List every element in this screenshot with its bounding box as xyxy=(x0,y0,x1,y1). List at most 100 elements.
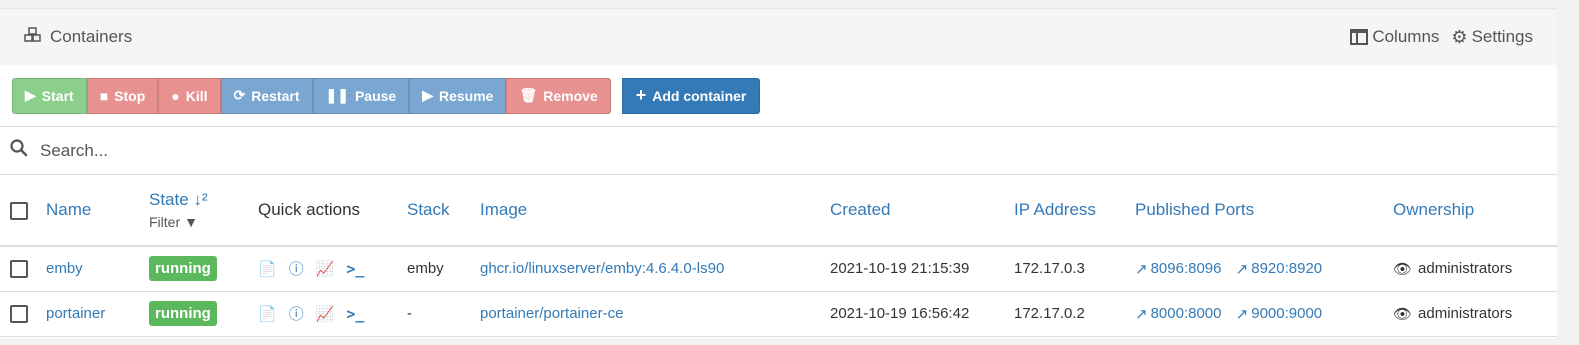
info-icon[interactable]: ⓘ xyxy=(289,258,304,279)
port-link[interactable]: ↗ 8000:8000 xyxy=(1135,305,1221,323)
actions-toolbar: ▶ Start ■ Stop ● Kill ⟳ Restart ❚❚ Pause ▶ Res… xyxy=(0,65,1557,127)
eye-slash-icon: 👁 xyxy=(1393,305,1413,323)
created-cell: 2021-10-19 21:15:39 xyxy=(830,246,1014,292)
eye-slash-icon: 👁 xyxy=(1393,260,1413,278)
pause-button[interactable]: ❚❚ Pause xyxy=(312,77,410,114)
container-actions-group: ▶ Start ■ Stop ● Kill ⟳ Restart ❚❚ Pause ▶ Res… xyxy=(12,77,611,114)
image-link[interactable]: portainer/portainer-ce xyxy=(480,305,623,322)
panel-header: Containers Columns ⚙ Settings xyxy=(0,9,1557,65)
columns-label: Columns xyxy=(1372,27,1440,46)
status-badge: running xyxy=(149,256,217,282)
external-link-icon: ↗ xyxy=(1135,305,1148,323)
add-container-button[interactable]: + Add container xyxy=(621,77,761,114)
port-link[interactable]: ↗ 8920:8920 xyxy=(1236,260,1322,278)
status-badge: running xyxy=(149,301,217,326)
port-link[interactable]: ↗ 8096:8096 xyxy=(1135,260,1221,278)
select-all-checkbox[interactable] xyxy=(10,201,28,220)
trash-icon: 🗑 xyxy=(519,87,538,103)
stop-label: Stop xyxy=(114,87,146,104)
filter-label: Filter xyxy=(149,214,181,230)
add-container-label: Add container xyxy=(652,87,747,104)
image-column-header[interactable]: Image xyxy=(480,200,527,219)
port-label: 9000:9000 xyxy=(1251,305,1323,322)
row-checkbox[interactable] xyxy=(10,259,28,278)
state-column-header[interactable]: State ↓² xyxy=(149,190,258,210)
stack-column-header[interactable]: Stack xyxy=(407,200,450,219)
restart-button[interactable]: ⟳ Restart xyxy=(220,77,313,114)
port-link[interactable]: ↗ 9000:9000 xyxy=(1236,305,1322,323)
container-name-link[interactable]: portainer xyxy=(46,305,105,322)
stop-button[interactable]: ■ Stop xyxy=(86,77,159,114)
start-button[interactable]: ▶ Start xyxy=(12,77,87,114)
panel-title: Containers xyxy=(24,26,133,48)
quick-actions: 📄 ⓘ 📈 >_ xyxy=(258,303,407,324)
restart-label: Restart xyxy=(251,87,300,104)
console-icon[interactable]: >_ xyxy=(346,305,364,323)
stats-icon[interactable]: 📈 xyxy=(316,260,335,278)
stack-cell: - xyxy=(407,291,480,337)
settings-label: Settings xyxy=(1471,27,1533,46)
state-filter[interactable]: Filter ▼ xyxy=(149,214,258,230)
external-link-icon: ↗ xyxy=(1235,305,1249,323)
resume-button[interactable]: ▶ Resume xyxy=(409,77,507,114)
container-name-link[interactable]: emby xyxy=(46,260,83,277)
name-column-header[interactable]: Name xyxy=(46,200,91,219)
refresh-icon: ⟳ xyxy=(233,87,246,103)
kill-label: Kill xyxy=(185,87,208,104)
ip-column-header[interactable]: IP Address xyxy=(1014,200,1096,219)
columns-button[interactable]: Columns xyxy=(1350,27,1439,47)
ownership-label: administrators xyxy=(1418,305,1513,322)
external-link-icon: ↗ xyxy=(1235,260,1249,278)
ownership-cell: 👁 administrators xyxy=(1393,305,1557,323)
table-row: portainer running 📄 ⓘ 📈 >_ - portainer/p… xyxy=(0,291,1557,337)
table-header-row: Name State ↓² Filter ▼ Quick actions Stac… xyxy=(0,175,1557,247)
state-header-label: State xyxy=(149,190,189,209)
resume-label: Resume xyxy=(439,87,494,104)
ports-column-header[interactable]: Published Ports xyxy=(1135,200,1254,219)
ip-cell: 172.17.0.3 xyxy=(1014,246,1135,292)
play-icon: ▶ xyxy=(422,87,433,103)
logs-icon[interactable]: 📄 xyxy=(258,260,277,278)
search-icon xyxy=(10,139,28,162)
stack-cell: emby xyxy=(407,246,480,292)
quick-actions: 📄 ⓘ 📈 >_ xyxy=(258,258,407,279)
logs-icon[interactable]: 📄 xyxy=(258,305,277,323)
pause-icon: ❚❚ xyxy=(325,87,349,103)
gear-icon: ⚙ xyxy=(1451,26,1468,47)
port-label: 8920:8920 xyxy=(1251,260,1323,278)
created-column-header[interactable]: Created xyxy=(830,200,890,219)
containers-table: Name State ↓² Filter ▼ Quick actions Stac… xyxy=(0,175,1557,337)
remove-button[interactable]: 🗑 Remove xyxy=(506,77,611,114)
panel-title-text: Containers xyxy=(50,27,133,46)
port-label: 8096:8096 xyxy=(1150,260,1222,278)
table-row: emby running 📄 ⓘ 📈 >_ emby ghcr.io/linux… xyxy=(0,246,1557,292)
console-icon[interactable]: >_ xyxy=(346,260,364,278)
sort-icon: ↓² xyxy=(193,190,208,209)
external-link-icon: ↗ xyxy=(1135,260,1148,278)
quick-actions-header: Quick actions xyxy=(258,175,407,247)
stop-icon: ■ xyxy=(99,87,109,104)
cubes-icon xyxy=(24,26,42,48)
columns-icon xyxy=(1350,29,1369,45)
ownership-column-header[interactable]: Ownership xyxy=(1393,200,1474,219)
play-icon: ▶ xyxy=(25,87,36,103)
row-checkbox[interactable] xyxy=(10,304,28,323)
settings-button[interactable]: ⚙ Settings xyxy=(1451,27,1533,48)
ownership-label: administrators xyxy=(1418,260,1513,278)
ownership-cell: 👁 administrators xyxy=(1393,260,1557,278)
stats-icon[interactable]: 📈 xyxy=(316,305,335,323)
port-label: 8000:8000 xyxy=(1150,305,1222,322)
containers-panel: Containers Columns ⚙ Settings ▶ Start ■ St… xyxy=(0,8,1557,338)
ip-cell: 172.17.0.2 xyxy=(1014,291,1135,337)
kill-button[interactable]: ● Kill xyxy=(158,77,221,114)
created-cell: 2021-10-19 16:56:42 xyxy=(830,291,1014,337)
start-label: Start xyxy=(41,87,74,104)
filter-icon: ▼ xyxy=(184,214,198,230)
bomb-icon: ● xyxy=(171,87,180,104)
image-link[interactable]: ghcr.io/linuxserver/emby:4.6.4.0-ls90 xyxy=(480,260,724,277)
remove-label: Remove xyxy=(543,87,598,104)
pause-label: Pause xyxy=(354,87,397,104)
info-icon[interactable]: ⓘ xyxy=(289,303,304,324)
plus-icon: + xyxy=(635,85,647,105)
search-input[interactable] xyxy=(40,140,640,161)
